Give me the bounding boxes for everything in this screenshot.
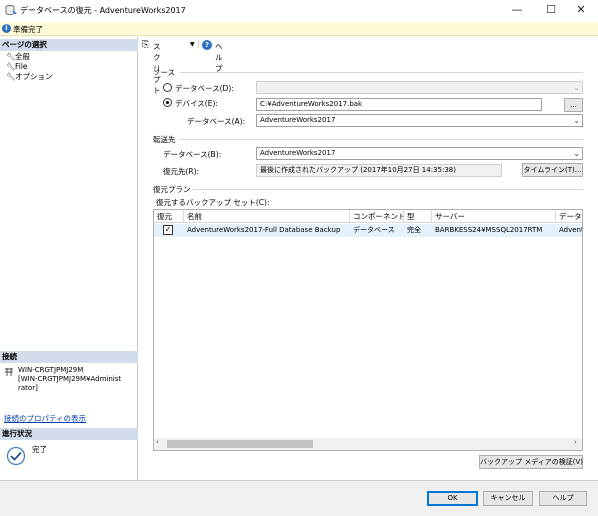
database-source-radio[interactable]	[163, 83, 172, 92]
horizontal-scrollbar[interactable]: ‹ ›	[154, 438, 582, 450]
info-icon: i	[2, 24, 11, 33]
script-icon: ⎘	[142, 40, 150, 50]
source-database-label: データベース(A):	[187, 117, 246, 126]
backup-sets-label: 復元するバックアップ セット(C):	[156, 198, 270, 207]
divider	[180, 139, 583, 140]
toolbar-divider: |	[197, 39, 200, 48]
page-item-label: オプション	[15, 72, 53, 81]
table-row[interactable]: ✓ AdventureWorks2017-Full Database Backu…	[154, 224, 583, 237]
dialog-footer: OK キャンセル ヘルプ	[0, 480, 598, 516]
scroll-left-icon[interactable]: ‹	[156, 438, 159, 446]
restore-database-icon	[5, 4, 17, 15]
backup-name-cell: AdventureWorks2017-Full Database Backup	[187, 226, 341, 234]
connection-user: [WIN-CRGTJPMJ29M¥Administ	[18, 375, 122, 383]
source-group-label: ソース	[153, 68, 176, 77]
destination-database-label: データベース(B):	[163, 150, 222, 159]
database-cell: Advent	[559, 226, 583, 234]
page-item-file[interactable]: 🔧︎File	[6, 62, 28, 72]
chevron-down-icon: ⌄	[573, 149, 580, 158]
server-cell: BARBKESS24¥MSSQL2017RTM	[435, 226, 543, 234]
timeline-button[interactable]: タイムライン(T)...	[522, 163, 583, 177]
status-text: 準備完了	[13, 25, 43, 34]
browse-button[interactable]: ...	[564, 98, 583, 112]
scroll-right-icon[interactable]: ›	[574, 438, 577, 446]
column-header-component[interactable]: コンポーネント	[350, 210, 404, 223]
column-header-restore[interactable]: 復元	[154, 210, 184, 223]
column-header-database[interactable]: データベ	[556, 210, 582, 223]
database-source-label: データベース(D):	[175, 84, 234, 93]
progress-header: 進行状況	[0, 428, 138, 440]
check-circle-icon	[6, 446, 26, 466]
minimize-button[interactable]: —	[500, 0, 534, 20]
ok-button[interactable]: OK	[427, 491, 478, 506]
backup-sets-grid[interactable]: 復元 名前 コンポーネント 型 サーバー データベ ✓ AdventureWor…	[153, 209, 583, 451]
status-bar: i 準備完了	[0, 22, 598, 36]
page-select-header: ページの選択	[0, 39, 138, 51]
chevron-down-icon: ⌄	[573, 83, 580, 92]
page-item-general[interactable]: 🔧︎全般	[6, 52, 30, 62]
chevron-down-icon: ⌄	[573, 116, 580, 125]
cancel-button[interactable]: キャンセル	[483, 491, 533, 506]
device-source-radio[interactable]	[163, 98, 172, 107]
left-pane: ページの選択 🔧︎全般 🔧︎File 🔧︎オプション 接続 WIN-CRGTJP…	[0, 37, 138, 480]
destination-database-value: AdventureWorks2017	[260, 149, 336, 157]
plan-group-label: 復元プラン	[153, 185, 191, 194]
divider	[193, 189, 583, 190]
restore-checkbox[interactable]: ✓	[163, 225, 173, 235]
close-button[interactable]: ✕	[564, 0, 598, 20]
wrench-icon: 🔧︎	[6, 62, 16, 71]
device-path-field[interactable]: C:¥AdventureWorks2017.bak	[256, 98, 542, 111]
connection-server: WIN-CRGTJPMJ29M	[18, 366, 84, 374]
source-database-dropdown[interactable]: AdventureWorks2017 ⌄	[256, 114, 583, 127]
title-bar: データベースの復元 - AdventureWorks2017 — ☐ ✕	[0, 0, 598, 22]
help-button[interactable]: ヘルプ	[215, 41, 223, 74]
verify-media-button[interactable]: バックアップ メディアの検証(V)	[479, 455, 583, 469]
component-cell: データベース	[353, 226, 395, 234]
restore-to-label: 復元先(R):	[163, 167, 200, 176]
chevron-down-icon[interactable]: ▼	[190, 41, 195, 48]
page-item-options[interactable]: 🔧︎オプション	[6, 72, 53, 82]
help-icon: ?	[202, 40, 212, 50]
destination-group-label: 転送先	[153, 135, 176, 144]
restore-to-field: 最後に作成されたバックアップ (2017年10月27日 14:35:38)	[256, 164, 502, 177]
connection-user-cont: rator]	[18, 384, 38, 392]
wrench-icon: 🔧︎	[6, 52, 16, 61]
column-header-name[interactable]: 名前	[184, 210, 350, 223]
wrench-icon: 🔧︎	[6, 72, 16, 81]
maximize-button[interactable]: ☐	[534, 0, 568, 20]
column-header-server[interactable]: サーバー	[432, 210, 556, 223]
page-item-label: File	[15, 62, 28, 71]
source-database-select: ⌄	[256, 81, 583, 94]
connection-properties-link[interactable]: 接続のプロパティの表示	[4, 413, 86, 424]
window-title: データベースの復元 - AdventureWorks2017	[20, 6, 186, 15]
device-source-label: デバイス(E):	[175, 99, 218, 108]
destination-database-dropdown[interactable]: AdventureWorks2017 ⌄	[256, 147, 583, 160]
connection-header: 接続	[0, 351, 138, 363]
scrollbar-thumb[interactable]	[167, 440, 313, 448]
divider	[180, 72, 583, 73]
page-item-label: 全般	[15, 52, 30, 61]
help-footer-button[interactable]: ヘルプ	[539, 491, 587, 506]
column-header-type[interactable]: 型	[404, 210, 432, 223]
connection-icon	[5, 368, 13, 376]
progress-status: 完了	[32, 445, 47, 454]
type-cell: 完全	[407, 226, 421, 234]
source-database-value: AdventureWorks2017	[260, 116, 336, 124]
